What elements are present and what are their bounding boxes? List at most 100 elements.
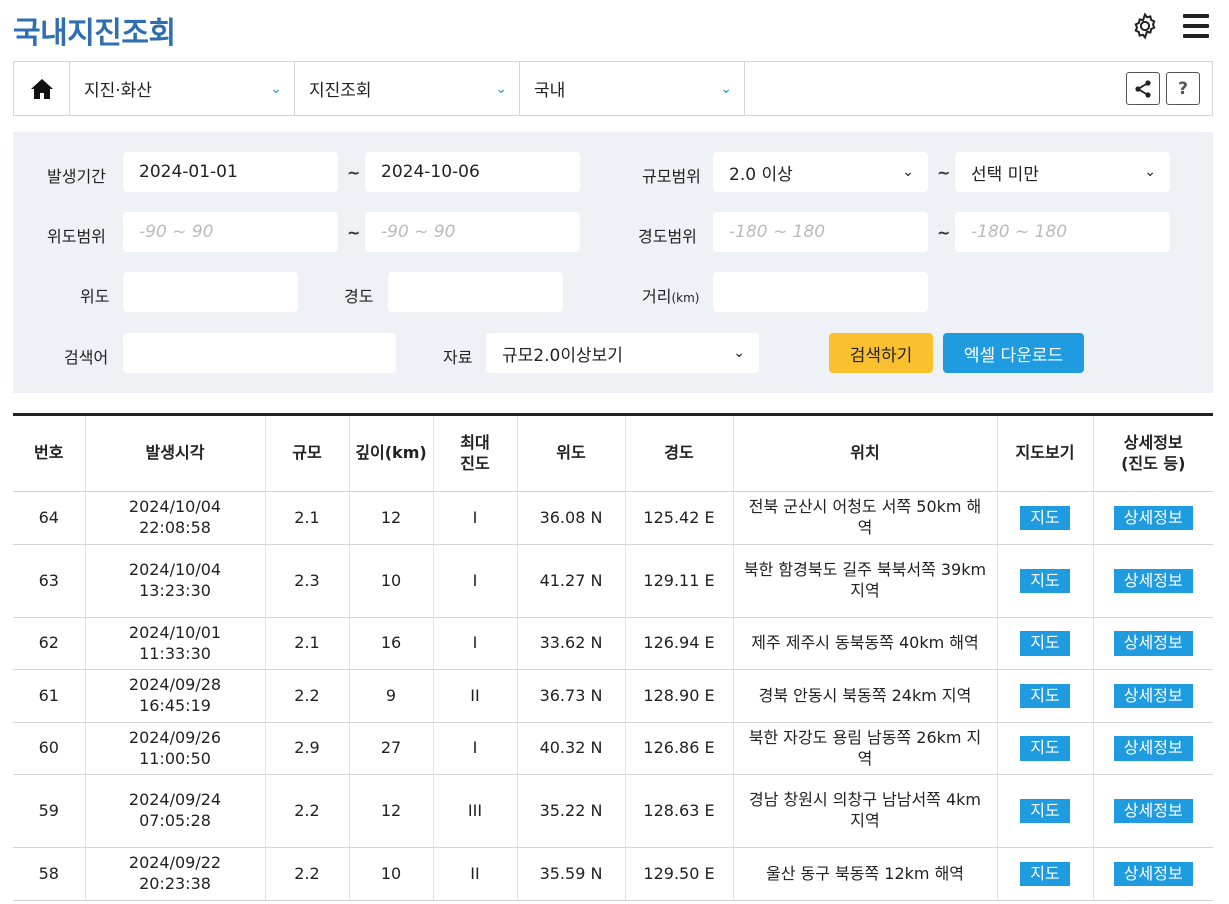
period-to-input[interactable]: 2024-10-06: [365, 152, 580, 192]
col-header-time: 발생시각: [85, 414, 266, 492]
range-separator: ~: [937, 163, 951, 182]
cell-lat: 35.59 N: [517, 847, 626, 901]
cell-lon: 128.63 E: [625, 774, 734, 848]
table-row: 64 2024/10/04 22:08:58 2.1 12 I 36.08 N 125.42…: [13, 491, 1213, 545]
map-button[interactable]: 지도: [1020, 861, 1070, 887]
cell-map: 지도: [997, 774, 1094, 848]
table-row: 60 2024/09/26 11:00:50 2.9 27 I 40.32 N 126.86…: [13, 722, 1213, 775]
nav-select-label: 국내: [534, 81, 566, 101]
data-type-label: 자료: [443, 348, 473, 367]
cell-time: 2024/09/24 07:05:28: [85, 774, 266, 848]
detail-button[interactable]: 상세정보: [1113, 798, 1193, 824]
range-separator: ~: [937, 223, 951, 242]
period-from-input[interactable]: 2024-01-01: [123, 152, 338, 192]
cell-detail: 상세정보: [1093, 722, 1213, 775]
cell-detail: 상세정보: [1093, 774, 1213, 848]
map-button[interactable]: 지도: [1020, 568, 1070, 594]
cell-no: 62: [13, 617, 86, 670]
map-button[interactable]: 지도: [1020, 683, 1070, 709]
page-title: 국내지진조회: [13, 16, 176, 51]
search-button[interactable]: 검색하기: [829, 333, 933, 373]
cell-map: 지도: [997, 722, 1094, 775]
cell-lat: 33.62 N: [517, 617, 626, 670]
lon-from-input[interactable]: -180 ~ 180: [713, 212, 928, 252]
cell-no: 64: [13, 491, 86, 545]
cell-time: 2024/09/26 11:00:50: [85, 722, 266, 775]
table-row: 61 2024/09/28 16:45:19 2.2 9 II 36.73 N 128.90…: [13, 669, 1213, 723]
detail-button[interactable]: 상세정보: [1113, 736, 1193, 761]
menu-icon[interactable]: [1183, 12, 1209, 40]
distance-input[interactable]: [713, 272, 928, 312]
nav-select-region[interactable]: 국내 ⌄: [520, 62, 745, 115]
col-header-depth: 깊이(km): [349, 414, 434, 492]
header-line: 진도: [460, 453, 490, 473]
keyword-label: 검색어: [64, 348, 109, 367]
distance-unit: (km): [671, 291, 700, 305]
cell-detail: 상세정보: [1093, 491, 1213, 545]
cell-no: 63: [13, 544, 86, 618]
col-header-detail: 상세정보 (진도 등): [1093, 414, 1213, 492]
col-header-lat: 위도: [517, 414, 626, 492]
nav-select-section[interactable]: 지진조회 ⌄: [295, 62, 520, 115]
cell-location: 북한 함경북도 길주 북북서쪽 39km 지역: [733, 544, 998, 618]
home-icon[interactable]: [14, 62, 70, 115]
magnitude-label: 규모범위: [642, 167, 701, 186]
share-button[interactable]: [1126, 72, 1160, 105]
col-header-location: 위치: [733, 414, 998, 492]
lat-from-input[interactable]: -90 ~ 90: [123, 212, 338, 252]
keyword-input[interactable]: [123, 333, 396, 373]
lat-to-input[interactable]: -90 ~ 90: [365, 212, 580, 252]
cell-no: 61: [13, 669, 86, 723]
map-button[interactable]: 지도: [1020, 505, 1070, 531]
cell-intensity: I: [433, 722, 518, 775]
cell-depth: 10: [349, 544, 434, 618]
cell-lat: 36.08 N: [517, 491, 626, 545]
cell-depth: 12: [349, 774, 434, 848]
nav-select-label: 지진·화산: [84, 81, 152, 101]
select-value: 선택 미만: [971, 164, 1039, 185]
detail-button[interactable]: 상세정보: [1113, 568, 1193, 594]
table-row: 59 2024/09/24 07:05:28 2.2 12 III 35.22 N 128.…: [13, 774, 1213, 848]
cell-time: 2024/10/01 11:33:30: [85, 617, 266, 670]
cell-no: 60: [13, 722, 86, 775]
cell-time: 2024/10/04 22:08:58: [85, 491, 266, 545]
cell-lon: 129.50 E: [625, 847, 734, 901]
magnitude-from-select[interactable]: 2.0 이상 ⌄: [713, 152, 928, 192]
excel-download-button[interactable]: 엑셀 다운로드: [943, 333, 1084, 373]
data-type-select[interactable]: 규모2.0이상보기 ⌄: [486, 333, 759, 373]
cell-depth: 9: [349, 669, 434, 723]
detail-button[interactable]: 상세정보: [1113, 505, 1193, 531]
header-line: 최대: [460, 432, 490, 452]
map-button[interactable]: 지도: [1020, 798, 1070, 824]
lon-label: 경도: [344, 287, 374, 306]
map-button[interactable]: 지도: [1020, 631, 1070, 656]
cell-depth: 10: [349, 847, 434, 901]
search-filter-panel: 발생기간 2024-01-01 ~ 2024-10-06 규모범위 2.0 이상…: [13, 132, 1213, 393]
cell-lat: 40.32 N: [517, 722, 626, 775]
cell-location: 북한 자강도 용림 남동쪽 26km 지역: [733, 722, 998, 775]
detail-button[interactable]: 상세정보: [1113, 631, 1193, 656]
cell-depth: 27: [349, 722, 434, 775]
cell-location: 경남 창원시 의창구 남남서쪽 4km 지역: [733, 774, 998, 848]
select-value: 규모2.0이상보기: [502, 345, 623, 366]
help-button[interactable]: ?: [1166, 72, 1200, 105]
table-header-row: 번호 발생시각 규모 깊이(km) 최대 진도 위도 경도 위치 지도보기 상세정…: [13, 414, 1213, 492]
cell-intensity: II: [433, 669, 518, 723]
map-button[interactable]: 지도: [1020, 736, 1070, 761]
detail-button[interactable]: 상세정보: [1113, 861, 1193, 887]
cell-no: 58: [13, 847, 86, 901]
nav-tools: ?: [1126, 62, 1212, 115]
cell-detail: 상세정보: [1093, 847, 1213, 901]
cell-magnitude: 2.1: [265, 617, 350, 670]
magnitude-to-select[interactable]: 선택 미만 ⌄: [955, 152, 1170, 192]
detail-button[interactable]: 상세정보: [1113, 683, 1193, 709]
lon-input[interactable]: [388, 272, 563, 312]
cell-location: 울산 동구 북동쪽 12km 해역: [733, 847, 998, 901]
lon-to-input[interactable]: -180 ~ 180: [955, 212, 1170, 252]
nav-select-category[interactable]: 지진·화산 ⌄: [70, 62, 295, 115]
lat-input[interactable]: [123, 272, 298, 312]
cell-map: 지도: [997, 491, 1094, 545]
gear-icon[interactable]: [1129, 10, 1161, 42]
cell-lon: 126.94 E: [625, 617, 734, 670]
table-row: 58 2024/09/22 20:23:38 2.2 10 II 35.59 N 129.5…: [13, 847, 1213, 901]
